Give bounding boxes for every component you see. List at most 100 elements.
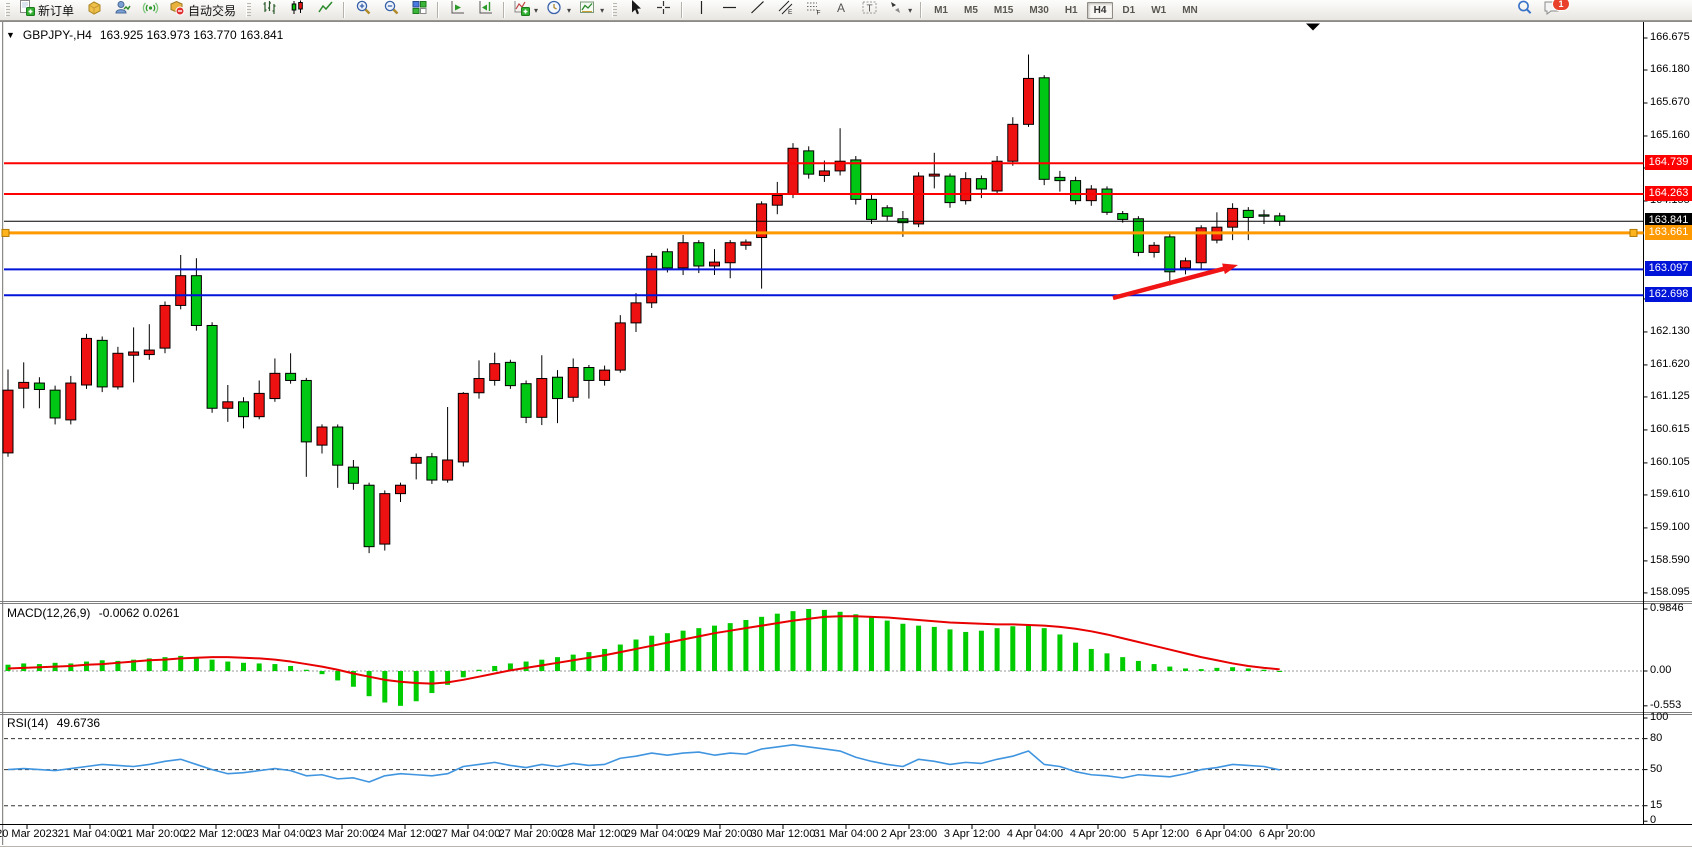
- macd-name: MACD(12,26,9): [7, 606, 90, 620]
- time-axis-label: 6 Apr 20:00: [1250, 828, 1324, 840]
- new-order-icon: [18, 0, 35, 21]
- timeframe-button-m15[interactable]: M15: [987, 2, 1020, 19]
- arrows-tool-button[interactable]: ▾: [884, 0, 915, 20]
- auto-trading-button[interactable]: 自动交易: [165, 0, 241, 20]
- templates-icon: [579, 0, 596, 21]
- new-order-button[interactable]: 新订单: [15, 0, 79, 20]
- crosshair-button[interactable]: [650, 0, 676, 20]
- auto-trading-icon: [168, 0, 185, 21]
- auto-scroll-icon: [449, 0, 466, 21]
- timeframe-button-m1[interactable]: M1: [927, 2, 955, 19]
- new-order-label: 新订单: [38, 2, 76, 19]
- timeframe-button-mn[interactable]: MN: [1175, 2, 1205, 19]
- timeframe-button-h1[interactable]: H1: [1058, 2, 1085, 19]
- auto-scroll-button[interactable]: [444, 0, 470, 20]
- zoom-in-button[interactable]: [350, 0, 376, 20]
- market-button[interactable]: [81, 0, 107, 20]
- rsi-axis-label: 0: [1650, 814, 1656, 826]
- indicators-button[interactable]: ▾: [510, 0, 541, 20]
- timeframe-button-m30[interactable]: M30: [1022, 2, 1055, 19]
- price-axis-label: 165.160: [1650, 129, 1690, 141]
- horizontal-line-icon: [721, 0, 738, 21]
- signals-button[interactable]: [137, 0, 163, 20]
- toolbar-separator: [681, 2, 683, 18]
- candlestick-chart-icon: [289, 0, 306, 21]
- rsi-panel[interactable]: [0, 714, 1643, 824]
- toolbar-separator: [343, 2, 345, 18]
- text-tool-button[interactable]: A: [828, 0, 854, 20]
- toolbar-grip[interactable]: [612, 3, 617, 17]
- profile-button[interactable]: [109, 0, 135, 20]
- price-badge: 164.263: [1645, 186, 1692, 201]
- macd-values: -0.0062 0.0261: [99, 606, 180, 620]
- chart-shift-button[interactable]: [472, 0, 498, 20]
- timeframe-button-d1[interactable]: D1: [1115, 2, 1142, 19]
- zoom-out-button[interactable]: [378, 0, 404, 20]
- vertical-line-tool-button[interactable]: [688, 0, 714, 20]
- rsi-axis-label: 80: [1650, 732, 1662, 744]
- svg-text:E: E: [788, 9, 793, 16]
- price-badge: 162.698: [1645, 287, 1692, 302]
- price-badge: 163.661: [1645, 225, 1692, 240]
- rsi-axis-label: 100: [1650, 711, 1668, 723]
- equidistant-channel-tool-button[interactable]: E: [772, 0, 798, 20]
- timeframe-button-m5[interactable]: M5: [957, 2, 985, 19]
- symbol-dropdown-icon[interactable]: ▼: [6, 30, 15, 40]
- timeframe-group: M1M5M15M30H1H4D1W1MN: [927, 2, 1205, 19]
- line-chart-icon: [317, 0, 334, 21]
- line-chart-button[interactable]: [312, 0, 338, 20]
- price-axis-label: 159.610: [1650, 488, 1690, 500]
- rsi-name: RSI(14): [7, 716, 48, 730]
- chart-title: ▼ GBPJPY-,H4 163.925 163.973 163.770 163…: [6, 28, 283, 42]
- tile-windows-icon: [411, 0, 428, 21]
- templates-button[interactable]: ▾: [576, 0, 607, 20]
- rsi-value: 49.6736: [57, 716, 100, 730]
- price-axis-label: 166.675: [1650, 31, 1690, 43]
- search-icon: [1516, 0, 1533, 21]
- price-axis-label: 161.125: [1650, 390, 1690, 402]
- timeframe-button-h4[interactable]: H4: [1087, 2, 1114, 19]
- rsi-axis-label: 50: [1650, 763, 1662, 775]
- text-label-icon: T: [861, 0, 878, 21]
- search-button[interactable]: [1511, 0, 1537, 20]
- tile-windows-button[interactable]: [406, 0, 432, 20]
- bar-chart-button[interactable]: [256, 0, 282, 20]
- candlestick-chart-button[interactable]: [284, 0, 310, 20]
- main-chart-panel[interactable]: [0, 22, 1643, 601]
- bar-chart-icon: [261, 0, 278, 21]
- chat-button[interactable]: 1: [1539, 0, 1565, 20]
- market-icon: [86, 0, 103, 21]
- fibonacci-tool-button[interactable]: F: [800, 0, 826, 20]
- profile-icon: [114, 0, 131, 21]
- cursor-button[interactable]: [622, 0, 648, 20]
- equidistant-channel-icon: E: [777, 0, 794, 21]
- chevron-down-icon: ▾: [908, 6, 912, 15]
- terminal-window: 新订单 自动交易: [0, 0, 1692, 847]
- toolbar-separator: [437, 2, 439, 18]
- text-tool-icon: A: [833, 0, 850, 21]
- price-axis-label: 159.100: [1650, 521, 1690, 533]
- price-badge: 163.097: [1645, 261, 1692, 276]
- price-axis-label: 160.615: [1650, 423, 1690, 435]
- trendline-tool-button[interactable]: [744, 0, 770, 20]
- chevron-down-icon: ▾: [534, 6, 538, 15]
- arrows-icon: [887, 0, 904, 21]
- macd-panel[interactable]: [0, 604, 1643, 711]
- toolbar: 新订单 自动交易: [0, 0, 1692, 21]
- toolbar-grip[interactable]: [5, 3, 10, 17]
- periods-button[interactable]: ▾: [543, 0, 574, 20]
- svg-text:A: A: [837, 1, 845, 15]
- price-axis-label: 160.105: [1650, 456, 1690, 468]
- zoom-in-icon: [355, 0, 372, 21]
- price-badge: 164.739: [1645, 155, 1692, 170]
- toolbar-grip[interactable]: [246, 3, 251, 17]
- chevron-down-icon: ▾: [600, 6, 604, 15]
- symbol-period-label: GBPJPY-,H4: [23, 28, 92, 42]
- chevron-down-icon: ▾: [567, 6, 571, 15]
- text-label-tool-button[interactable]: T: [856, 0, 882, 20]
- trendline-icon: [749, 0, 766, 21]
- auto-trading-label: 自动交易: [188, 2, 238, 19]
- price-axis-label: 158.590: [1650, 554, 1690, 566]
- timeframe-button-w1[interactable]: W1: [1144, 2, 1173, 19]
- horizontal-line-tool-button[interactable]: [716, 0, 742, 20]
